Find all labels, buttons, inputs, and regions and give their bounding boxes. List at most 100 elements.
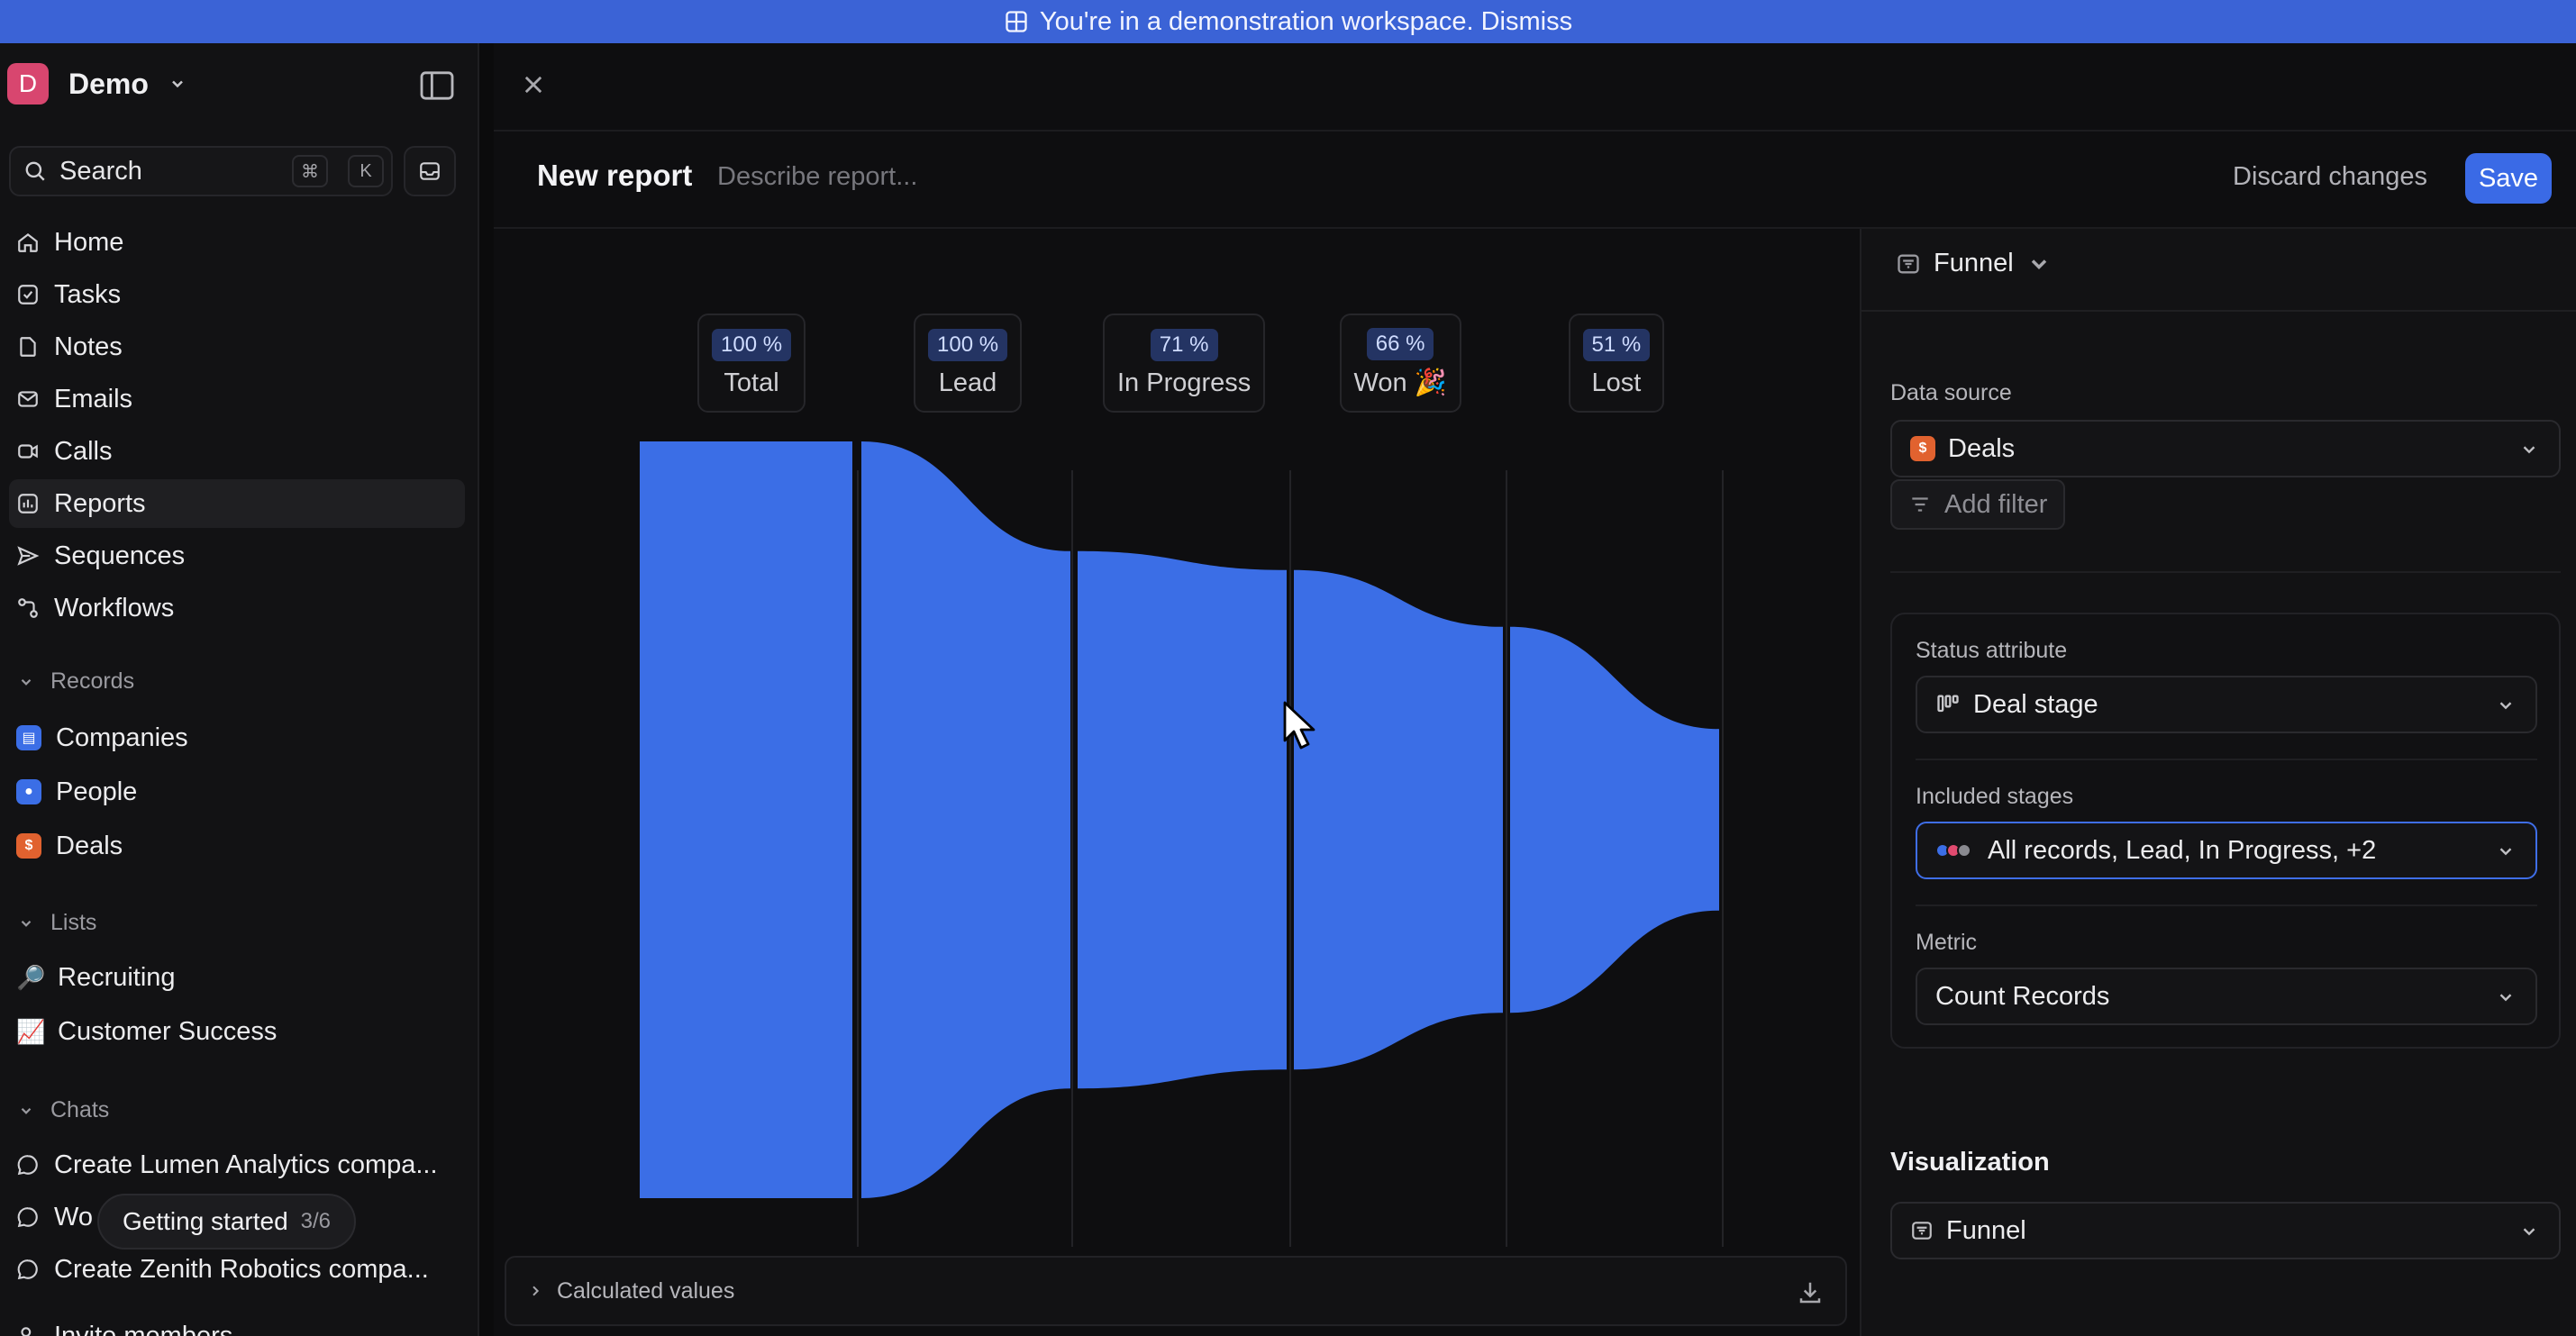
sidebar-item-tasks[interactable]: Tasks bbox=[9, 270, 465, 319]
funnel-segment-in[interactable] bbox=[1078, 550, 1287, 1089]
lists-section-header[interactable]: Lists bbox=[18, 910, 96, 936]
sidebar-item-label: Companies bbox=[56, 723, 188, 752]
filter-icon bbox=[1912, 497, 1928, 512]
chevron-down-icon bbox=[2499, 848, 2512, 856]
included-stages-select[interactable]: All records, Lead, In Progress, +2 bbox=[1916, 822, 2537, 879]
divider bbox=[1916, 759, 2537, 760]
save-button[interactable]: Save bbox=[2465, 153, 2552, 204]
stage-percent: 71 % bbox=[1150, 328, 1218, 361]
visualization-select[interactable]: Funnel bbox=[1890, 1202, 2561, 1259]
calculated-values-label: Calculated values bbox=[557, 1277, 735, 1304]
status-attribute-value: Deal stage bbox=[1973, 689, 2098, 719]
calculated-values-bar[interactable]: Calculated values bbox=[505, 1256, 1847, 1326]
stage-label-lead: 100 % Lead bbox=[914, 314, 1023, 413]
banner-text: You're in a demonstration workspace. Dis… bbox=[1039, 6, 1573, 36]
mouse-cursor-icon bbox=[1283, 701, 1315, 750]
chats-section-header[interactable]: Chats bbox=[18, 1097, 109, 1123]
records-section-header[interactable]: Records bbox=[18, 668, 134, 695]
sidebar-item-notes[interactable]: Notes bbox=[9, 323, 465, 371]
chat-bubble-icon bbox=[17, 1155, 38, 1176]
workspace-switcher[interactable]: D Demo bbox=[7, 63, 187, 105]
download-icon[interactable] bbox=[1797, 1279, 1824, 1306]
chevron-down-icon bbox=[172, 80, 183, 88]
sidebar-item-label: Calls bbox=[54, 436, 113, 466]
search-bar[interactable]: Search ⌘ K bbox=[9, 146, 393, 196]
sidebar-item-label: Workflows bbox=[54, 593, 175, 623]
sidebar-item-label: Tasks bbox=[54, 279, 122, 309]
stage-label-total: 100 % Total bbox=[697, 314, 806, 413]
shortcut-key-k: K bbox=[348, 155, 384, 187]
divider bbox=[1890, 571, 2561, 573]
funnel-chart: 100 % Total 100 % Lead 71 % In Progress 66 % Wo… bbox=[494, 229, 1860, 1336]
sidebar-item-label: Reports bbox=[54, 488, 146, 518]
divider bbox=[1916, 904, 2537, 906]
funnel-segment-total[interactable] bbox=[640, 441, 852, 1198]
status-attribute-label: Status attribute bbox=[1916, 638, 2068, 663]
close-icon[interactable] bbox=[521, 72, 546, 97]
data-source-label: Data source bbox=[1890, 380, 2012, 405]
list-emoji-icon: 📈 bbox=[16, 1017, 46, 1045]
sidebar-item-calls[interactable]: Calls bbox=[9, 427, 465, 476]
chat-item[interactable]: Create Zenith Robotics compa... bbox=[9, 1245, 465, 1294]
stage-colors-icon bbox=[1935, 843, 1971, 858]
sidebar-item-customer-success[interactable]: 📈 Customer Success bbox=[9, 1007, 465, 1056]
sidebar-item-label: Customer Success bbox=[58, 1016, 278, 1046]
search-label: Search bbox=[59, 156, 142, 186]
stage-label-lost: 51 % Lost bbox=[1568, 314, 1665, 413]
metric-select[interactable]: Count Records bbox=[1916, 968, 2537, 1025]
sidebar-item-emails[interactable]: Emails bbox=[9, 375, 465, 423]
data-source-value: Deals bbox=[1948, 433, 2016, 463]
chat-item[interactable]: Create Lumen Analytics compa... bbox=[9, 1141, 465, 1189]
report-description-input[interactable]: Describe report... bbox=[717, 162, 917, 192]
visualization-value: Funnel bbox=[1946, 1215, 2026, 1245]
invite-members-button[interactable]: Invite members bbox=[9, 1312, 465, 1336]
kanban-icon bbox=[1937, 695, 1959, 713]
chevron-down-icon bbox=[2499, 994, 2512, 1002]
stage-name: Lost bbox=[1591, 368, 1642, 397]
funnel-segment-lead[interactable] bbox=[861, 441, 1070, 1198]
calls-icon bbox=[18, 444, 38, 459]
emails-icon bbox=[18, 391, 38, 407]
stage-percent: 100 % bbox=[712, 328, 792, 361]
data-source-select[interactable]: $ Deals bbox=[1890, 420, 2561, 477]
sidebar-item-workflows[interactable]: Workflows bbox=[9, 584, 465, 632]
visualization-type-selector[interactable]: Funnel bbox=[1896, 249, 2052, 278]
sidebar-item-label: Emails bbox=[54, 384, 133, 414]
sidebar-item-sequences[interactable]: Sequences bbox=[9, 532, 465, 580]
sidebar-item-people[interactable]: ● People bbox=[9, 768, 465, 816]
notes-icon bbox=[20, 337, 36, 357]
tooltip-label: Getting started bbox=[123, 1207, 288, 1235]
chevron-down-icon bbox=[21, 1107, 32, 1114]
sidebar-item-reports[interactable]: Reports bbox=[9, 479, 465, 528]
invite-label: Invite members bbox=[54, 1321, 233, 1336]
chevron-down-icon bbox=[21, 920, 32, 927]
report-title[interactable]: New report bbox=[537, 159, 692, 193]
sidebar-item-companies[interactable]: ▤ Companies bbox=[9, 713, 465, 762]
discard-changes-button[interactable]: Discard changes bbox=[2233, 162, 2427, 192]
user-plus-icon bbox=[21, 1327, 32, 1336]
inbox-icon bbox=[420, 162, 440, 180]
visualization-title: Visualization bbox=[1890, 1148, 2050, 1177]
status-attribute-select[interactable]: Deal stage bbox=[1916, 676, 2537, 733]
sidebar-item-home[interactable]: Home bbox=[9, 218, 465, 267]
metric-value: Count Records bbox=[1935, 981, 2110, 1011]
funnel-segment-won[interactable] bbox=[1294, 569, 1503, 1070]
funnel-segment-lost[interactable] bbox=[1510, 626, 1719, 1013]
funnel-icon bbox=[1912, 1222, 1932, 1240]
getting-started-tooltip[interactable]: Getting started 3/6 bbox=[97, 1194, 357, 1250]
lists-header-label: Lists bbox=[50, 910, 97, 935]
inbox-button[interactable] bbox=[404, 146, 456, 196]
search-icon bbox=[25, 161, 45, 181]
add-filter-button[interactable]: Add filter bbox=[1890, 479, 2066, 530]
demo-banner[interactable]: You're in a demonstration workspace. Dis… bbox=[0, 0, 2576, 43]
included-stages-label: Included stages bbox=[1916, 784, 2074, 809]
visualization-type-label: Funnel bbox=[1934, 249, 2014, 277]
stage-percent: 100 % bbox=[928, 328, 1008, 361]
stage-percent: 66 % bbox=[1366, 328, 1434, 360]
stage-settings-box: Status attribute Deal stage Included sta… bbox=[1890, 613, 2561, 1049]
sidebar-item-deals[interactable]: $ Deals bbox=[9, 822, 465, 870]
sidebar-item-recruiting[interactable]: 🔎 Recruiting bbox=[9, 953, 465, 1002]
sidebar-toggle-icon[interactable] bbox=[418, 70, 456, 101]
stage-label-won: 66 % Won 🎉 bbox=[1339, 314, 1461, 413]
list-emoji-icon: 🔎 bbox=[16, 963, 46, 991]
